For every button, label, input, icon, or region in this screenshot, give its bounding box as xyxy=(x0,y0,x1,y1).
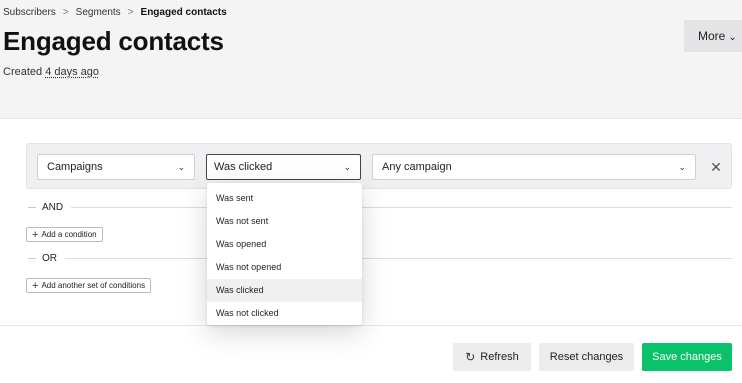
chevron-down-icon: ⌄ xyxy=(343,161,351,172)
created-prefix: Created xyxy=(3,66,46,78)
divider-line xyxy=(71,207,732,208)
created-ago: 4 days ago xyxy=(45,66,100,78)
add-condition-button[interactable]: + Add a condition xyxy=(26,227,103,242)
created-info: Created 4 days ago xyxy=(3,66,99,78)
refresh-icon: ↻ xyxy=(465,350,476,364)
close-icon[interactable]: ✕ xyxy=(705,155,727,179)
breadcrumb-subscribers[interactable]: Subscribers xyxy=(3,7,56,18)
chevron-down-icon: ⌄ xyxy=(728,32,737,43)
chevron-down-icon: ⌄ xyxy=(678,161,686,172)
dropdown-option-was-clicked[interactable]: Was clicked xyxy=(207,279,362,302)
dropdown-option-was-opened[interactable]: Was opened xyxy=(207,233,362,256)
add-condition-set-button[interactable]: + Add another set of conditions xyxy=(26,278,152,293)
or-divider: OR xyxy=(28,253,732,264)
divider-dash xyxy=(28,258,36,259)
dropdown-option-was-not-opened[interactable]: Was not opened xyxy=(207,256,362,279)
more-button[interactable]: More ⌄ xyxy=(684,20,742,52)
breadcrumb-separator: > xyxy=(62,7,69,18)
divider-line xyxy=(65,258,732,259)
condition-row: Campaigns ⌄ Was clicked ⌄ Any campaign ⌄… xyxy=(26,143,732,189)
or-label: OR xyxy=(42,253,57,264)
operator-select-value: Was clicked xyxy=(214,161,273,173)
divider-dash xyxy=(28,207,36,208)
value-select-value: Any campaign xyxy=(382,161,452,173)
save-changes-button[interactable]: Save changes xyxy=(642,343,732,371)
breadcrumb: Subscribers > Segments > Engaged contact… xyxy=(3,7,227,18)
and-label: AND xyxy=(42,202,64,213)
add-condition-label: Add a condition xyxy=(41,230,97,239)
plus-icon: + xyxy=(32,228,39,241)
refresh-button[interactable]: ↻ Refresh xyxy=(453,343,531,371)
and-divider: AND xyxy=(28,202,732,213)
dropdown-option-was-not-sent[interactable]: Was not sent xyxy=(207,210,362,233)
reset-label: Reset changes xyxy=(549,351,624,363)
breadcrumb-current: Engaged contacts xyxy=(140,7,227,18)
plus-icon: + xyxy=(32,279,39,292)
footer-divider xyxy=(0,325,742,326)
field-select-value: Campaigns xyxy=(47,161,103,173)
operator-dropdown-menu: Was sent Was not sent Was opened Was not… xyxy=(207,183,362,325)
breadcrumb-segments[interactable]: Segments xyxy=(76,7,121,18)
more-label: More xyxy=(698,29,726,43)
segment-editor-card: Campaigns ⌄ Was clicked ⌄ Any campaign ⌄… xyxy=(0,118,742,383)
reset-changes-button[interactable]: Reset changes xyxy=(539,343,634,371)
value-select[interactable]: Any campaign ⌄ xyxy=(372,154,696,180)
dropdown-option-was-not-clicked[interactable]: Was not clicked xyxy=(207,302,362,325)
refresh-label: Refresh xyxy=(480,351,519,363)
chevron-down-icon: ⌄ xyxy=(177,161,185,172)
page-title: Engaged contacts xyxy=(3,26,224,56)
dropdown-option-was-sent[interactable]: Was sent xyxy=(207,187,362,210)
add-set-label: Add another set of conditions xyxy=(41,281,146,290)
operator-select[interactable]: Was clicked ⌄ xyxy=(206,154,361,180)
breadcrumb-separator: > xyxy=(127,7,134,18)
field-select[interactable]: Campaigns ⌄ xyxy=(37,154,195,180)
save-label: Save changes xyxy=(652,351,722,363)
